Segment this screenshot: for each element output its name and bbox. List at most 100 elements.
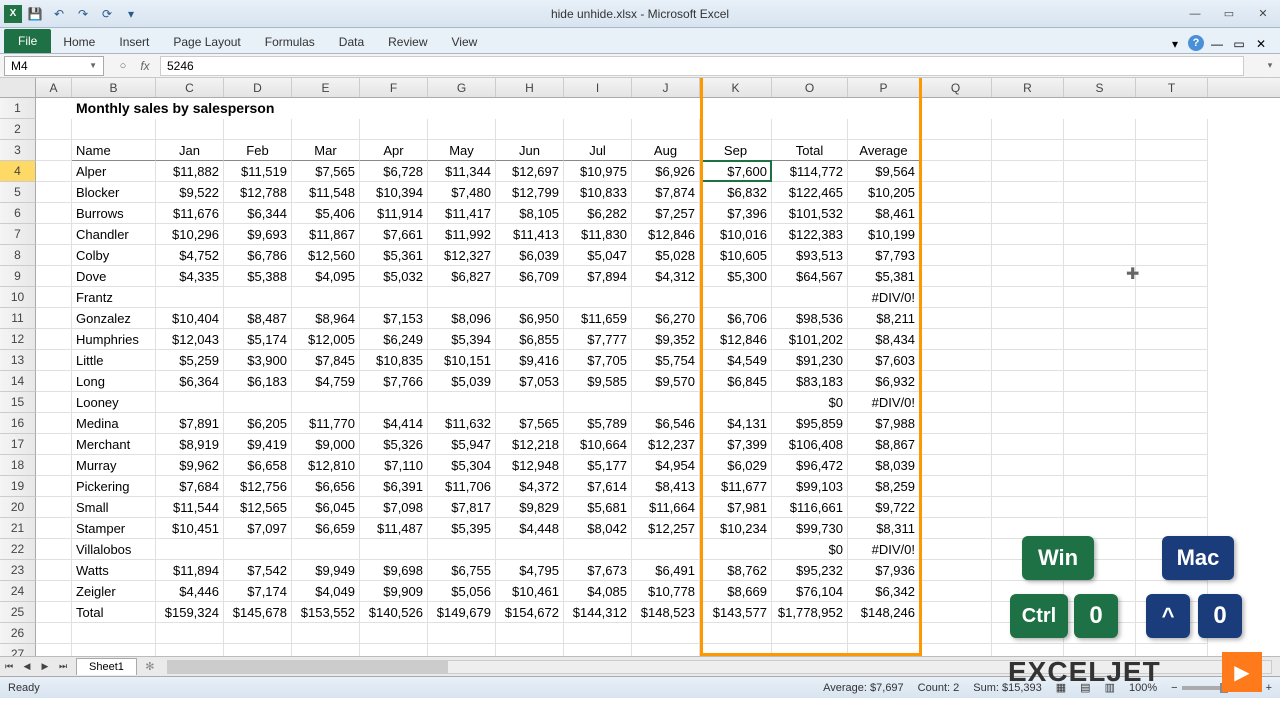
cell[interactable]: Frantz [72, 287, 156, 308]
cell[interactable]: $6,659 [292, 518, 360, 539]
cell[interactable] [36, 161, 72, 182]
cell[interactable]: May [428, 140, 496, 161]
cell[interactable]: Jan [156, 140, 224, 161]
sheet-nav-last-icon[interactable]: ⏭ [54, 658, 72, 676]
cell[interactable]: $9,949 [292, 560, 360, 581]
cell[interactable] [992, 413, 1064, 434]
cell[interactable]: $116,661 [772, 497, 848, 518]
workbook-close-icon[interactable]: ✕ [1252, 35, 1270, 53]
cell[interactable]: Apr [360, 140, 428, 161]
cell[interactable]: $5,947 [428, 434, 496, 455]
cell[interactable]: Monthly sales by salesperson [72, 98, 156, 119]
cell[interactable] [564, 119, 632, 140]
cell[interactable]: $6,786 [224, 245, 292, 266]
cell[interactable]: $7,174 [224, 581, 292, 602]
cell[interactable]: $140,526 [360, 602, 428, 623]
cell[interactable] [360, 119, 428, 140]
cell[interactable] [292, 392, 360, 413]
cell[interactable]: $7,565 [496, 413, 564, 434]
cell[interactable] [920, 203, 992, 224]
cell[interactable]: $11,770 [292, 413, 360, 434]
cell[interactable]: $7,705 [564, 350, 632, 371]
cancel-formula-icon[interactable]: ○ [114, 57, 132, 75]
cell[interactable]: $10,234 [700, 518, 772, 539]
cell[interactable] [992, 455, 1064, 476]
cell[interactable] [920, 581, 992, 602]
cell[interactable]: $83,183 [772, 371, 848, 392]
cell[interactable]: $99,730 [772, 518, 848, 539]
cell[interactable] [992, 476, 1064, 497]
cell[interactable]: $9,000 [292, 434, 360, 455]
cell[interactable]: $7,480 [428, 182, 496, 203]
cell[interactable]: $11,344 [428, 161, 496, 182]
cell[interactable]: $11,914 [360, 203, 428, 224]
cell[interactable]: $8,413 [632, 476, 700, 497]
cell[interactable] [36, 455, 72, 476]
cell[interactable]: $10,199 [848, 224, 920, 245]
cell[interactable] [1136, 434, 1208, 455]
cell[interactable]: $5,300 [700, 266, 772, 287]
cell[interactable]: $6,364 [156, 371, 224, 392]
cell[interactable] [496, 287, 564, 308]
cell[interactable] [920, 350, 992, 371]
cell[interactable]: $12,237 [632, 434, 700, 455]
cell[interactable] [992, 140, 1064, 161]
cell[interactable]: $6,039 [496, 245, 564, 266]
cell[interactable] [992, 119, 1064, 140]
cell[interactable] [1064, 182, 1136, 203]
cell[interactable] [700, 644, 772, 656]
cell[interactable]: $10,016 [700, 224, 772, 245]
cell[interactable] [564, 623, 632, 644]
cell[interactable] [1136, 182, 1208, 203]
cell[interactable]: $6,932 [848, 371, 920, 392]
cell[interactable]: $11,632 [428, 413, 496, 434]
cell[interactable]: $0 [772, 539, 848, 560]
cell[interactable]: $7,661 [360, 224, 428, 245]
cell[interactable] [36, 413, 72, 434]
name-box[interactable]: M4 ▼ [4, 56, 104, 76]
cell[interactable] [428, 623, 496, 644]
cell[interactable] [36, 371, 72, 392]
cell[interactable] [1136, 392, 1208, 413]
cell[interactable]: $154,672 [496, 602, 564, 623]
cell[interactable] [1136, 413, 1208, 434]
cell[interactable] [992, 434, 1064, 455]
cell[interactable] [772, 644, 848, 656]
cell[interactable]: $5,394 [428, 329, 496, 350]
cell[interactable]: $8,105 [496, 203, 564, 224]
cell[interactable] [36, 308, 72, 329]
zoom-out-icon[interactable]: − [1171, 682, 1177, 694]
cell[interactable]: $7,684 [156, 476, 224, 497]
cell[interactable]: $7,600 [700, 161, 772, 182]
cell[interactable] [772, 623, 848, 644]
cell[interactable]: $10,778 [632, 581, 700, 602]
cell[interactable] [564, 539, 632, 560]
cell[interactable]: Colby [72, 245, 156, 266]
cell[interactable]: $9,570 [632, 371, 700, 392]
cell[interactable]: $10,461 [496, 581, 564, 602]
cell[interactable] [36, 623, 72, 644]
cell[interactable]: $7,988 [848, 413, 920, 434]
cell[interactable]: $122,465 [772, 182, 848, 203]
cell[interactable] [1064, 224, 1136, 245]
cell[interactable] [1064, 119, 1136, 140]
cell[interactable]: $6,950 [496, 308, 564, 329]
cell[interactable]: $6,045 [292, 497, 360, 518]
cell[interactable]: $7,894 [564, 266, 632, 287]
cell[interactable]: $5,056 [428, 581, 496, 602]
cell[interactable]: Total [72, 602, 156, 623]
cell[interactable] [1136, 266, 1208, 287]
cell[interactable] [700, 623, 772, 644]
cell[interactable]: $5,754 [632, 350, 700, 371]
cell[interactable]: $8,096 [428, 308, 496, 329]
cell[interactable] [992, 308, 1064, 329]
cell[interactable] [992, 350, 1064, 371]
cell[interactable] [700, 98, 772, 119]
cell[interactable]: $3,900 [224, 350, 292, 371]
cell[interactable] [72, 623, 156, 644]
cell[interactable] [632, 392, 700, 413]
row-header[interactable]: 22 [0, 539, 36, 560]
cell[interactable] [1064, 476, 1136, 497]
cell[interactable]: $9,909 [360, 581, 428, 602]
cell[interactable] [428, 539, 496, 560]
